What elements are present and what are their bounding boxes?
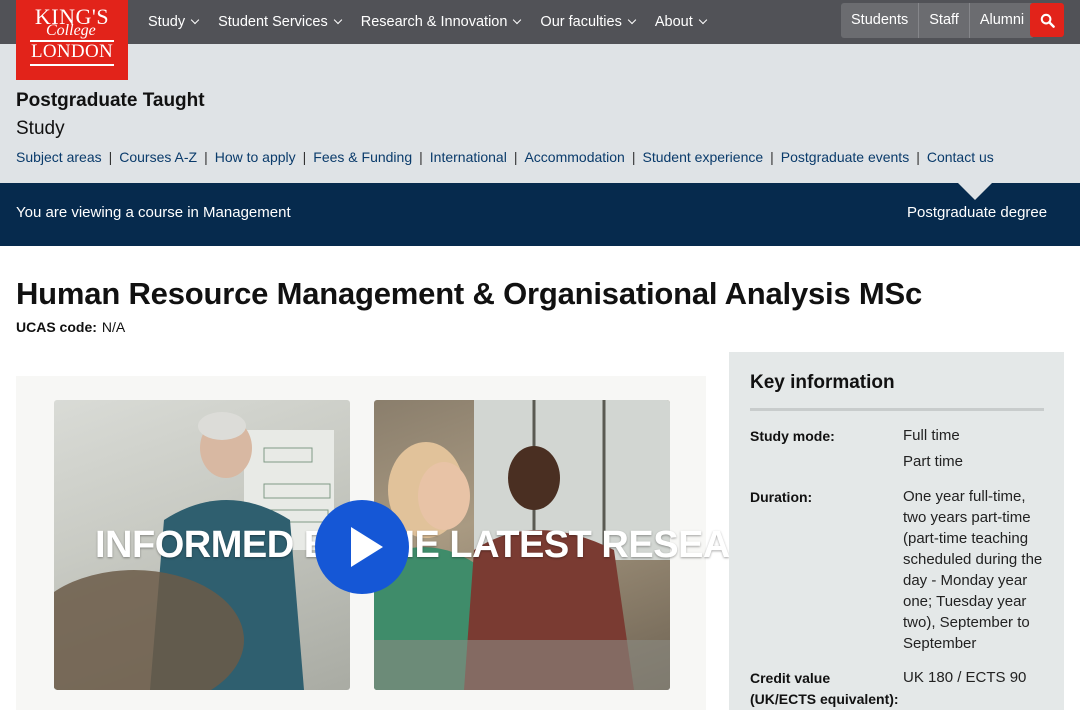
logo-line-3: LONDON <box>30 41 113 62</box>
video-title-overlay: INFORMED BY THE LATEST RESEARCH <box>95 524 811 566</box>
audience-links: Students Staff Alumni <box>841 3 1035 38</box>
section-subtitle: Study <box>16 118 65 139</box>
menu-item-research-innovation[interactable]: Research & Innovation <box>360 14 522 30</box>
course-context-bar: You are viewing a course in Management P… <box>0 183 1080 246</box>
degree-type-label: Postgraduate degree <box>907 204 1048 221</box>
nav-accommodation[interactable]: Accommodation <box>524 149 624 165</box>
top-navigation: Study Student Services Research & Innova… <box>0 0 1080 44</box>
divider: | <box>419 149 423 165</box>
logo-line-2: College <box>46 22 96 39</box>
chevron-down-icon <box>513 15 522 25</box>
study-mode-value: Full time <box>903 427 960 444</box>
credit-value-value: UK 180 / ECTS 90 <box>903 669 1027 686</box>
viewing-course-text: You are viewing a course in Management <box>16 204 291 221</box>
play-icon <box>351 527 383 567</box>
menu-item-study[interactable]: Study <box>148 14 200 30</box>
menu-label: Research & Innovation <box>360 14 508 30</box>
search-button[interactable] <box>1030 3 1064 37</box>
section-navigation: Subject areas | Courses A-Z | How to apply… <box>16 149 994 165</box>
chevron-down-icon <box>627 15 637 25</box>
nav-subject-areas[interactable]: Subject areas <box>16 149 102 165</box>
nav-how-to-apply[interactable]: How to apply <box>215 149 296 165</box>
menu-item-about[interactable]: About <box>654 14 707 30</box>
menu-item-our-faculties[interactable]: Our faculties <box>540 14 637 30</box>
menu-item-student-services[interactable]: Student Services <box>218 14 342 30</box>
chevron-down-icon <box>190 15 200 25</box>
main-menu: Study Student Services Research & Innova… <box>148 0 726 44</box>
chevron-down-icon <box>333 15 342 25</box>
credit-value-label: Credit value (UK/ECTS equivalent): <box>750 670 899 707</box>
staff-link[interactable]: Staff <box>919 3 970 38</box>
divider: | <box>108 149 113 165</box>
divider <box>750 408 1044 411</box>
study-mode-label: Study mode: <box>750 428 835 444</box>
menu-label: Our faculties <box>540 14 622 30</box>
ucas-code: UCAS code: N/A <box>16 319 125 335</box>
section-header: Postgraduate Taught Study Subject areas |… <box>0 44 1080 183</box>
chevron-down-icon <box>698 15 707 25</box>
nav-fees-funding[interactable]: Fees & Funding <box>313 149 412 165</box>
divider: | <box>204 149 208 165</box>
key-information-panel: Key information Study mode: Full time Pa… <box>729 352 1064 710</box>
nav-contact-us[interactable]: Contact us <box>927 149 994 165</box>
divider: | <box>770 149 774 165</box>
divider: | <box>302 149 307 165</box>
menu-label: About <box>654 14 693 30</box>
divider: | <box>513 149 518 165</box>
video-player[interactable]: INFORMED BY THE LATEST RESEARCH <box>16 376 811 710</box>
page-title: Human Resource Management & Organisation… <box>16 276 923 311</box>
nav-courses-a-z[interactable]: Courses A-Z <box>119 149 197 165</box>
menu-label: Study <box>148 14 186 30</box>
menu-label: Student Services <box>218 14 328 30</box>
duration-label: Duration: <box>750 489 813 505</box>
nav-student-experience[interactable]: Student experience <box>643 149 764 165</box>
nav-postgraduate-events[interactable]: Postgraduate events <box>781 149 909 165</box>
indicator-notch <box>958 183 992 200</box>
divider: | <box>631 149 636 165</box>
kings-college-london-logo[interactable]: KING'S College LONDON <box>16 0 128 80</box>
logo-rule <box>30 64 114 66</box>
search-icon <box>1040 13 1055 28</box>
students-link[interactable]: Students <box>841 3 920 38</box>
nav-international[interactable]: International <box>430 149 507 165</box>
alumni-link[interactable]: Alumni <box>970 3 1034 38</box>
study-mode-value: Part time <box>903 453 964 470</box>
ucas-label: UCAS code: <box>16 319 97 335</box>
duration-value: One year full-time, two years part-time … <box>903 488 1043 652</box>
ucas-value: N/A <box>101 319 126 335</box>
play-button[interactable] <box>315 500 409 594</box>
key-information-title: Key information <box>750 372 895 393</box>
section-title[interactable]: Postgraduate Taught <box>16 90 205 112</box>
divider: | <box>916 149 920 165</box>
